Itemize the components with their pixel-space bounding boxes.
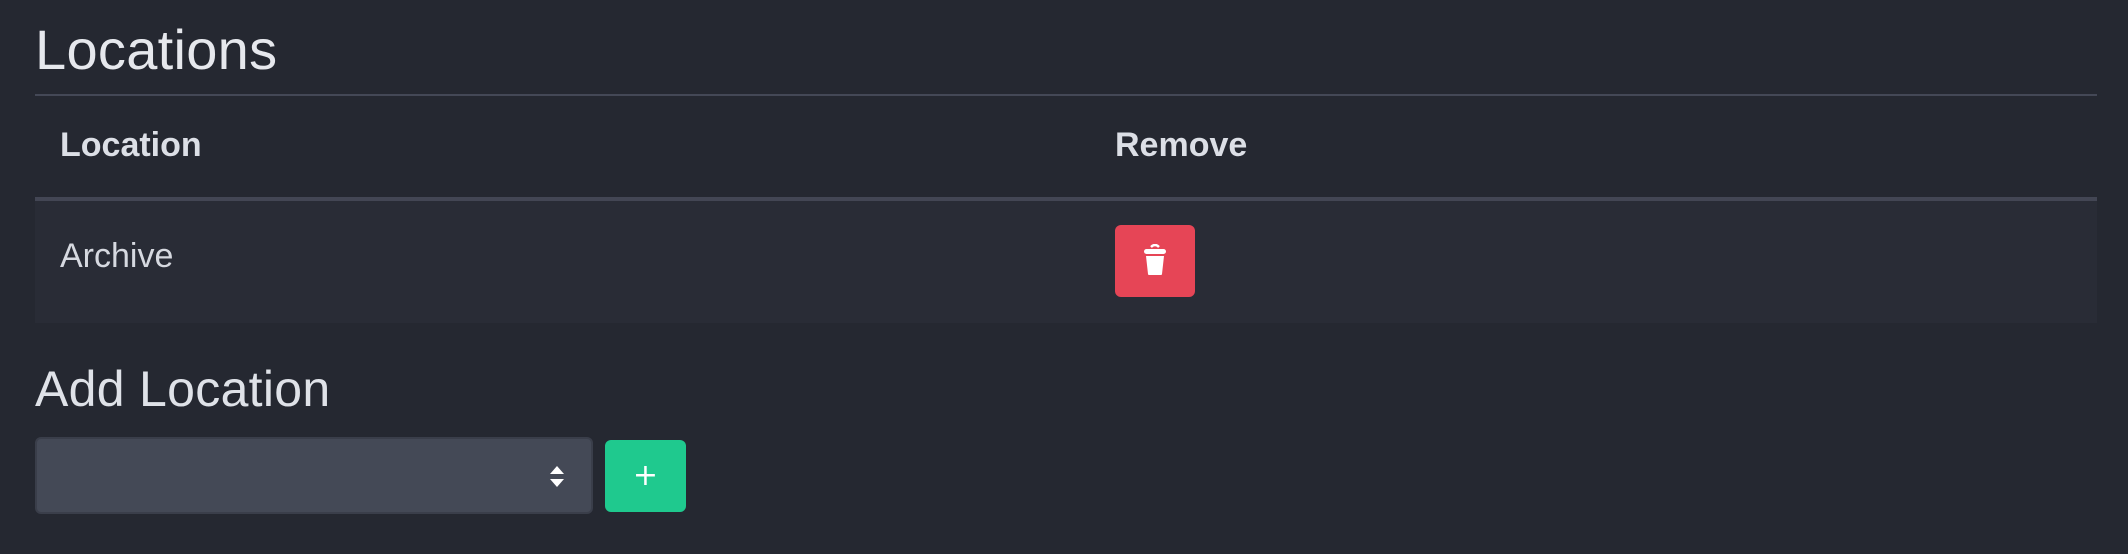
select-arrows-icon <box>549 465 565 489</box>
column-header-location: Location <box>60 126 202 164</box>
column-header-remove: Remove <box>1115 126 1248 164</box>
locations-table: Location Remove Archive <box>35 96 2097 323</box>
add-location-button[interactable]: + <box>605 440 686 512</box>
location-name-cell: Archive <box>60 237 174 275</box>
locations-page: Locations Location Remove Archive Add Lo… <box>0 0 2128 554</box>
table-row: Archive <box>35 201 2097 323</box>
locations-title: Locations <box>35 18 278 81</box>
add-location-title: Add Location <box>35 361 331 417</box>
trash-icon <box>1142 243 1168 279</box>
table-header: Location Remove <box>35 96 2097 201</box>
location-select[interactable] <box>35 437 593 514</box>
remove-location-button[interactable] <box>1115 225 1195 297</box>
